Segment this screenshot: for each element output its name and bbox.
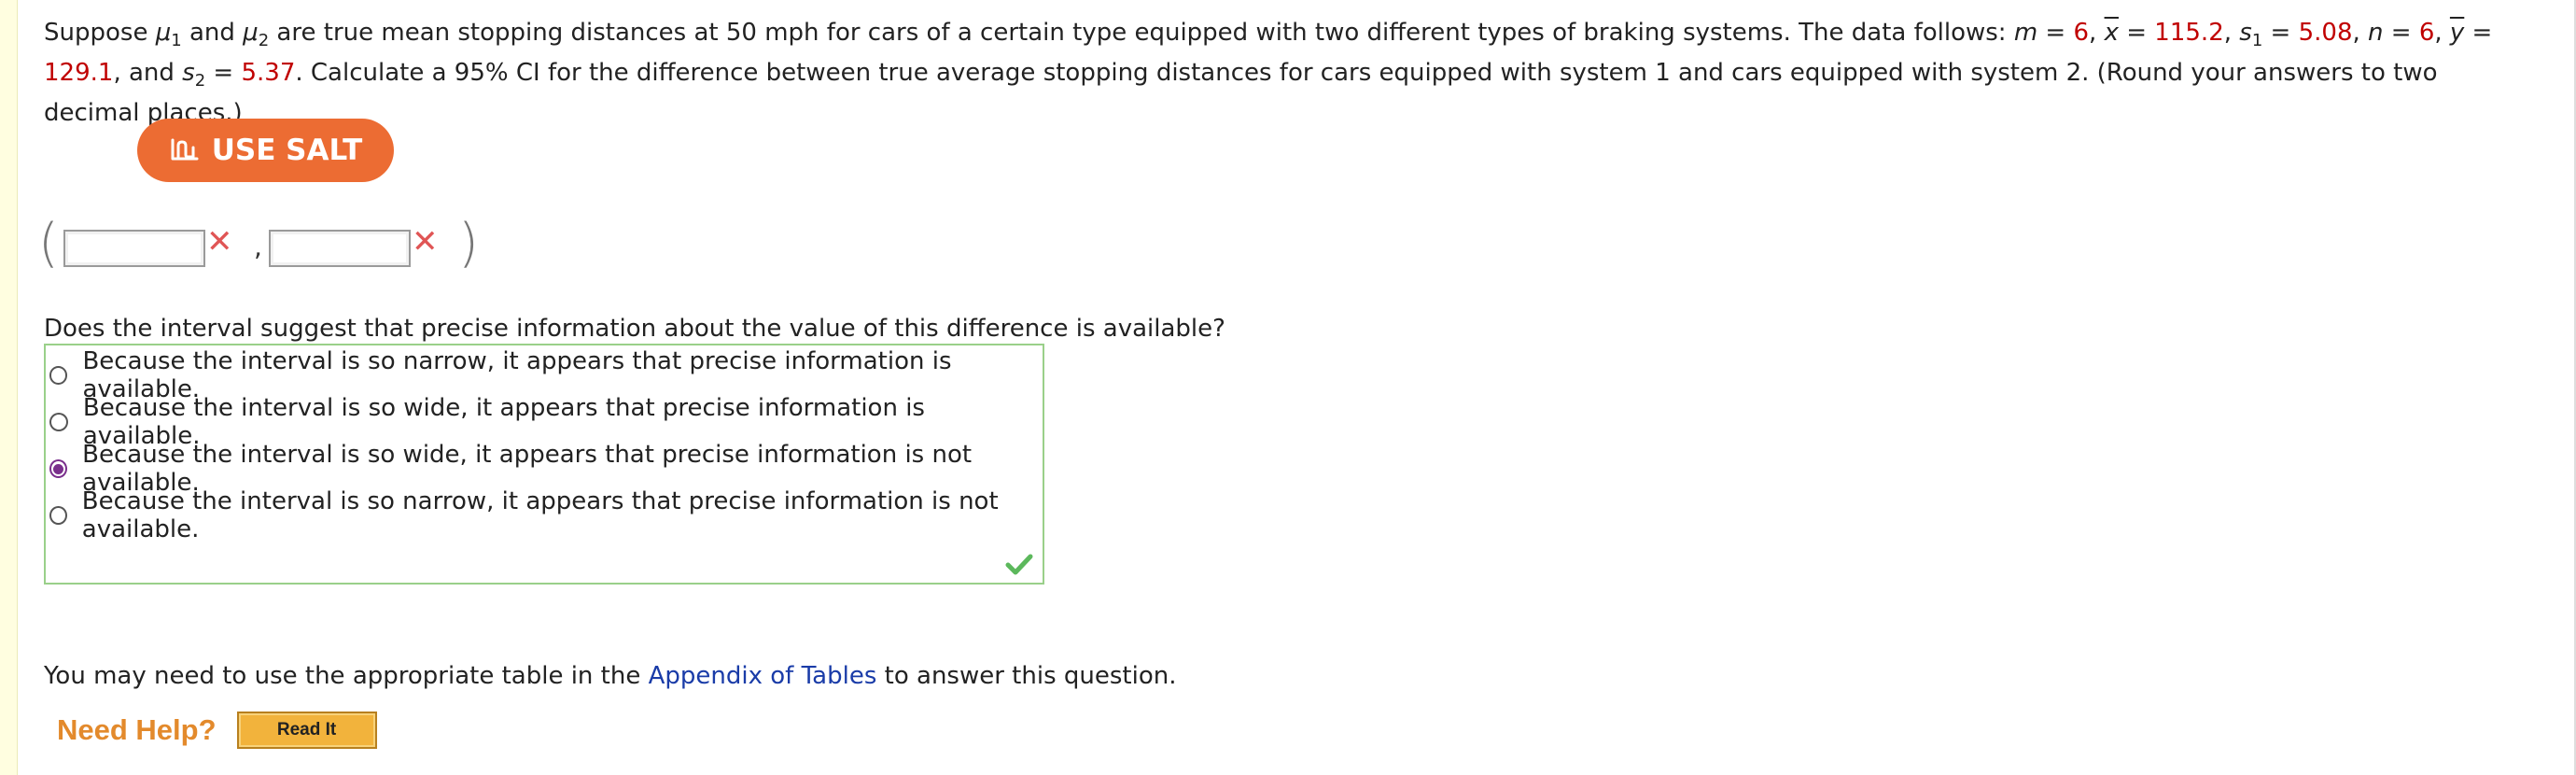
s1-variable: s <box>2239 19 2252 47</box>
equals-sign: = <box>2037 19 2074 47</box>
equals-sign: = <box>205 59 242 87</box>
question-text-part: , and <box>113 59 183 87</box>
upper-incorrect-icon: ✕ <box>412 223 439 261</box>
open-paren: ( <box>38 213 59 274</box>
s1-value: 5.08 <box>2298 19 2353 47</box>
left-margin-stripe <box>0 0 18 775</box>
n-variable: n <box>2368 19 2384 47</box>
radio-button-selected[interactable] <box>49 459 68 478</box>
radio-button[interactable] <box>49 506 67 525</box>
n-value: 6 <box>2418 19 2435 47</box>
appendix-note: You may need to use the appropriate tabl… <box>44 660 1176 692</box>
separator: , <box>2434 19 2450 47</box>
question-text-part: are true mean stopping distances at 50 m… <box>269 19 2014 47</box>
interval-question: Does the interval suggest that precise i… <box>44 315 1225 343</box>
appendix-text: You may need to use the appropriate tabl… <box>44 662 649 690</box>
choice-option[interactable]: Because the interval is so narrow, it ap… <box>49 487 1043 543</box>
correct-check-icon <box>1005 554 1033 575</box>
separator: , <box>2089 19 2105 47</box>
s1-subscript: 1 <box>2251 31 2263 51</box>
interval-comma: , <box>254 232 262 262</box>
question-text: Suppose μ1 and μ2 are true mean stopping… <box>44 13 2527 134</box>
choice-group: Because the interval is so narrow, it ap… <box>44 344 1044 585</box>
choice-label: Because the interval is so narrow, it ap… <box>81 487 999 543</box>
need-help-label: Need Help? <box>57 713 217 746</box>
mu1-symbol: μ <box>155 19 172 47</box>
lower-bound-input[interactable] <box>63 230 205 267</box>
s2-subscript: 2 <box>194 71 206 92</box>
choice-option[interactable]: Because the interval is so narrow, it ap… <box>49 347 1043 403</box>
mu1-subscript: 1 <box>171 31 182 51</box>
use-salt-button[interactable]: USE SALT <box>137 119 394 182</box>
ybar-variable: y <box>2449 19 2465 47</box>
separator: , <box>2223 19 2240 47</box>
question-text-part: and <box>181 19 244 47</box>
equals-sign: = <box>2118 19 2155 47</box>
upper-bound-input[interactable] <box>269 230 411 267</box>
help-row: Need Help? Read It <box>57 710 377 751</box>
use-salt-label: USE SALT <box>211 134 363 167</box>
equals-sign: = <box>2262 19 2299 47</box>
question-text-part: . Calculate a 95% CI for the difference … <box>44 59 2438 127</box>
read-it-button[interactable]: Read It <box>236 712 377 749</box>
choice-option[interactable]: Because the interval is so wide, it appe… <box>49 441 1043 497</box>
mu2-symbol: μ <box>243 19 259 47</box>
equals-sign: = <box>2464 19 2493 47</box>
lower-incorrect-icon: ✕ <box>206 223 233 261</box>
separator: , <box>2352 19 2369 47</box>
m-value: 6 <box>2073 19 2090 47</box>
m-variable: m <box>2013 19 2038 47</box>
s2-value: 5.37 <box>241 59 296 87</box>
choice-option[interactable]: Because the interval is so wide, it appe… <box>49 394 1043 450</box>
close-paren: ) <box>458 213 479 274</box>
question-text-part: Suppose <box>44 19 156 47</box>
mu2-subscript: 2 <box>258 31 270 51</box>
radio-button[interactable] <box>49 413 68 431</box>
appendix-link[interactable]: Appendix of Tables <box>649 662 877 690</box>
equals-sign: = <box>2383 19 2419 47</box>
radio-button[interactable] <box>49 366 68 385</box>
s2-variable: s <box>182 59 195 87</box>
appendix-text: to answer this question. <box>876 662 1177 690</box>
salt-logo-icon <box>171 138 199 161</box>
xbar-value: 115.2 <box>2154 19 2224 47</box>
ybar-value: 129.1 <box>44 59 114 87</box>
xbar-variable: x <box>2104 19 2119 47</box>
